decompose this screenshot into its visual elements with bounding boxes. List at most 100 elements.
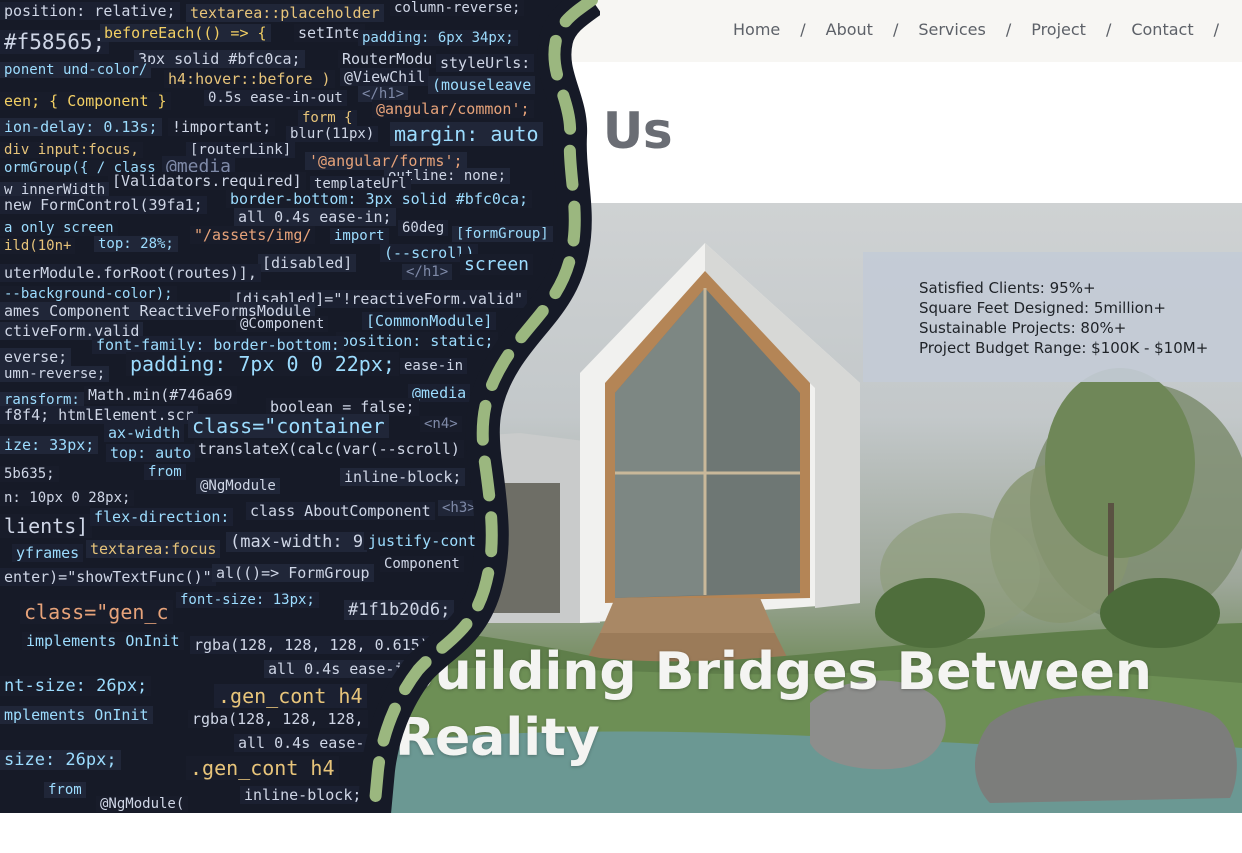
code-snippet-line: (mouseleave: [428, 76, 535, 94]
code-snippet-line: 0.5s ease-in-out: [204, 90, 347, 106]
code-snippet-line: class="gen_c: [20, 600, 173, 624]
code-snippet-line: nt-size: 26px;: [0, 676, 151, 696]
stat-sustainable-projects: Sustainable Projects: 80%+: [919, 319, 1127, 337]
code-snippet-line: @NgModule(: [96, 796, 188, 812]
code-snippet-line: #f58565;: [0, 30, 109, 54]
code-snippet-line: @ViewChil: [340, 68, 429, 86]
nav-separator: /: [1105, 20, 1112, 39]
nav-separator: /: [1005, 20, 1012, 39]
code-snippet-line: top: 28%;: [94, 236, 178, 252]
code-snippet-line: yframes: [12, 544, 83, 562]
code-snippet-line: translateX(calc(var(--scroll): [194, 440, 464, 458]
code-snippet-line: mplements OnInit: [0, 706, 153, 724]
code-snippet-line: all 0.4s ease-in;: [234, 208, 396, 226]
nav-services-link[interactable]: Services: [918, 20, 985, 39]
code-snippet-line: [formGroup]: [452, 226, 553, 242]
code-snippet-line: .gen_cont h4: [186, 756, 339, 780]
code-snippet-line: "/assets/img/: [190, 226, 315, 244]
code-snippet-line: all 0.4s ease-: [234, 734, 368, 752]
code-snippet-line: .gen_cont h4: [214, 684, 367, 708]
code-snippet-line: al(()=> FormGroup: [212, 564, 374, 582]
code-snippet-line: rgba(128, 128, 128,: [188, 710, 368, 728]
code-snippet-line: blur(11px): [286, 126, 378, 142]
code-snippet-line: inline-block;: [240, 786, 365, 804]
code-snippet-line: form {: [298, 110, 357, 126]
code-snippet-line: padding: 6px 34px;: [358, 30, 518, 46]
code-snippet-line: new FormControl(39fa1;: [0, 196, 207, 214]
code-snippet-line: uterModule.forRoot(routes)],: [0, 264, 261, 282]
code-snippet-line: #1f1b20d6;: [344, 600, 454, 620]
code-snippet-line: font-size: 13px;: [176, 592, 319, 608]
stat-budget-range: Project Budget Range: $100K - $10M+: [919, 339, 1209, 357]
code-snippet-line: ease-in: [400, 358, 467, 374]
code-snippet-line: [disabled]: [258, 254, 356, 272]
code-snippet-line: styleUrls:: [436, 54, 534, 72]
code-snippet-line: ion-delay: 0.13s;: [0, 118, 162, 136]
nav-menu: Home / About / Services / Project / Cont…: [733, 20, 1239, 39]
code-snippet-line: n: 10px 0 28px;: [0, 490, 134, 506]
code-snippet-line: --background-color);: [0, 286, 177, 302]
nav-separator: /: [800, 20, 806, 39]
code-snippet-line: top: auto: [106, 444, 195, 462]
code-snippet-line: inline-block;: [340, 468, 465, 486]
code-snippet-line: <h3>: [438, 500, 480, 516]
code-snippet-line: 3px solid #bfc0ca;: [134, 50, 305, 68]
code-snippet-line: from: [44, 782, 86, 798]
nav-separator: /: [892, 20, 899, 39]
code-snippet-line: umn-reverse;: [0, 366, 109, 382]
code-snippet-line: </h1>: [402, 264, 452, 280]
code-snippet-line: een; { Component }: [0, 92, 171, 110]
code-snippet-line: margin: auto: [390, 122, 543, 146]
code-snippet-line: a only screen: [0, 220, 118, 236]
code-snippet-line: h4:hover::before ): [164, 70, 335, 88]
code-snippet-line: import: [330, 228, 389, 244]
code-snippet-line: ponent und-color/: [0, 62, 151, 78]
code-snippet-line: implements OnInit: [22, 632, 184, 650]
nav-contact-link[interactable]: Contact: [1131, 20, 1193, 39]
code-snippet-line: border-bottom: 3px solid #bfc0ca;: [226, 190, 532, 208]
stat-square-feet: Square Feet Designed: 5million+: [919, 299, 1166, 317]
code-snippet-line: Component: [380, 556, 464, 572]
code-snippet-line: rgba(128, 128, 128, 0.615): [190, 636, 433, 654]
code-snippet-line: !important;: [168, 118, 275, 136]
code-snippet-line: class="container: [188, 414, 389, 438]
code-snippet-line: position: relative;: [0, 2, 180, 20]
code-snippet-line: class AboutComponent: [246, 502, 435, 520]
code-snippet-line: [Validators.required]: [108, 172, 306, 190]
nav-separator: /: [1213, 20, 1219, 39]
code-snippet-line: padding: 7px 0 0 22px;: [126, 352, 399, 376]
stats-card: Satisfied Clients: 95%+ Square Feet Desi…: [863, 252, 1242, 382]
stat-satisfied-clients: Satisfied Clients: 95%+: [919, 279, 1096, 297]
code-snippet-line: position: static;: [336, 332, 498, 350]
nav-project-link[interactable]: Project: [1031, 20, 1086, 39]
code-snippet-line: size: 26px;: [0, 750, 121, 770]
code-snippet-line: textarea:focus: [86, 540, 220, 558]
code-snippet-line: lients]: [0, 514, 92, 538]
code-snippet-line: <n4>: [420, 416, 462, 432]
nav-home-link[interactable]: Home: [733, 20, 780, 39]
code-snippet-line: screen: [460, 254, 533, 275]
code-snippet-line: beforeEach(() => {: [100, 24, 271, 42]
code-snippet-line: @NgModule: [196, 478, 280, 494]
code-snippet-line: from: [144, 464, 186, 480]
code-snippet-line: ax-width: [104, 424, 184, 442]
code-snippet-line: enter)="showTextFunc()": [0, 568, 216, 586]
code-snippet-line: [CommonModule]: [362, 312, 496, 330]
hero-heading-line-1: Building Bridges Between: [395, 642, 1152, 702]
code-snippet-line: everse;: [0, 348, 71, 366]
code-snippet-line: setInte: [294, 24, 365, 42]
code-snippet-line: Math.min(#746a69: [84, 386, 237, 404]
code-snippet-line: ild(10n+: [0, 238, 75, 254]
code-snippet-line: flex-direction:: [90, 508, 233, 526]
hero-heading-line-2: Reality: [395, 708, 600, 768]
code-snippet-line: column-reverse;: [390, 0, 524, 16]
code-snippet-line: 60deg: [398, 220, 448, 236]
code-snippet-line: f8f4; htmlElement.scr: [0, 406, 198, 424]
code-snippet-line: justify-conte: [364, 532, 489, 550]
hero-heading: Building Bridges Between Reality: [395, 639, 1152, 771]
code-snippet-line: ize: 33px;: [0, 436, 98, 454]
code-snippet-line: @Component: [236, 316, 328, 332]
code-snippet-line: textarea::placeholder: [186, 4, 384, 22]
code-snippet-line: (max-width: 9: [226, 532, 367, 552]
nav-about-link[interactable]: About: [826, 20, 873, 39]
